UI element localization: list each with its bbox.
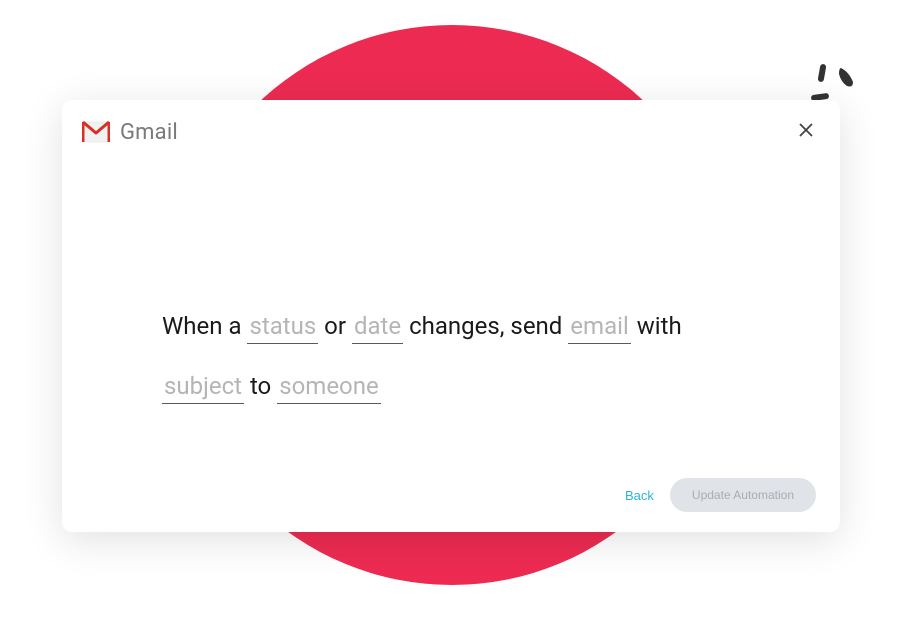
sentence-text: or — [318, 312, 352, 340]
gmail-icon — [82, 121, 110, 143]
token-subject[interactable]: subject — [162, 372, 244, 404]
sentence-text: with — [631, 312, 682, 340]
modal-footer: Back Update Automation — [625, 478, 816, 512]
automation-sentence: When a status or date changes, send emai… — [62, 146, 840, 416]
token-someone[interactable]: someone — [277, 372, 381, 404]
automation-modal: Gmail When a status or date changes, sen… — [62, 100, 840, 532]
modal-header: Gmail — [62, 100, 840, 146]
sentence-text: changes, send — [403, 312, 568, 340]
close-icon — [799, 123, 813, 142]
sentence-text: to — [244, 372, 277, 400]
token-status[interactable]: status — [247, 312, 318, 344]
back-button[interactable]: Back — [625, 488, 654, 503]
brand-label: Gmail — [120, 120, 178, 145]
gmail-brand: Gmail — [82, 120, 178, 145]
sentence-text: When a — [162, 312, 247, 340]
close-button[interactable] — [792, 118, 820, 146]
token-email[interactable]: email — [568, 312, 631, 344]
token-date[interactable]: date — [352, 312, 403, 344]
update-automation-button[interactable]: Update Automation — [670, 478, 816, 512]
